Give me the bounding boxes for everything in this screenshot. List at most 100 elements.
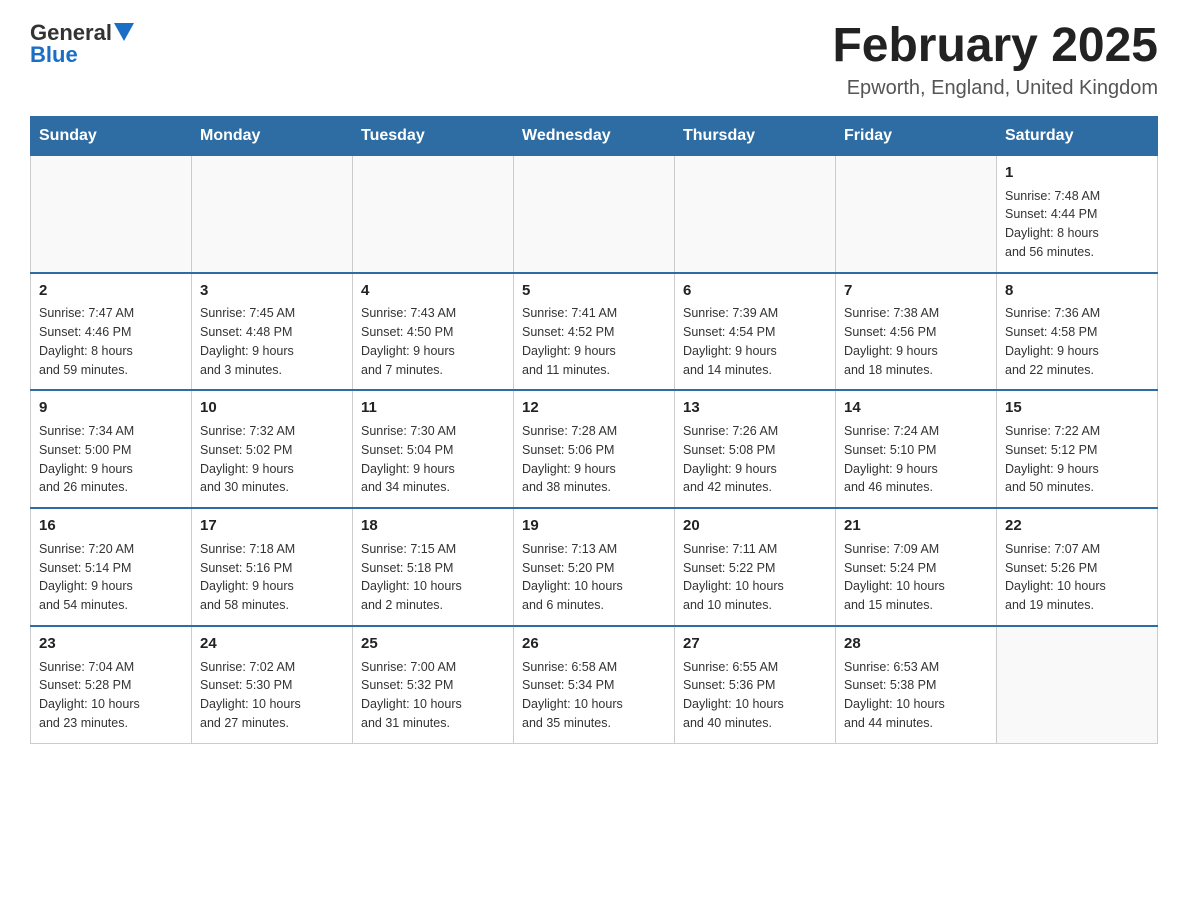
day-number: 11	[361, 397, 505, 419]
calendar-day-cell: 20 Sunrise: 7:11 AMSunset: 5:22 PMDayligh…	[675, 508, 836, 626]
calendar-day-cell: 3Sunrise: 7:45 AMSunset: 4:48 PMDaylight…	[192, 273, 353, 391]
day-number: 9	[39, 397, 183, 419]
day-number: 3	[200, 280, 344, 302]
calendar-day-cell: 28 Sunrise: 6:53 AMSunset: 5:38 PMDayligh…	[836, 626, 997, 743]
calendar-day-cell: 15 Sunrise: 7:22 AMSunset: 5:12 PMDayligh…	[997, 390, 1158, 508]
day-number: 20	[683, 515, 827, 537]
calendar-day-cell	[675, 155, 836, 272]
day-info: Sunrise: 6:55 AMSunset: 5:36 PMDaylight:…	[683, 658, 827, 733]
day-info: Sunrise: 7:41 AMSunset: 4:52 PMDaylight:…	[522, 304, 666, 379]
title-area: February 2025 Epworth, England, United K…	[832, 20, 1158, 100]
day-info: Sunrise: 7:07 AMSunset: 5:26 PMDaylight:…	[1005, 540, 1149, 615]
day-number: 12	[522, 397, 666, 419]
day-number: 27	[683, 633, 827, 655]
calendar-day-cell	[192, 155, 353, 272]
calendar-day-cell: 9 Sunrise: 7:34 AMSunset: 5:00 PMDaylight…	[31, 390, 192, 508]
calendar-day-cell: 1 Sunrise: 7:48 AMSunset: 4:44 PMDaylight…	[997, 155, 1158, 272]
day-number: 14	[844, 397, 988, 419]
day-number: 4	[361, 280, 505, 302]
calendar-day-cell: 26Sunrise: 6:58 AMSunset: 5:34 PMDayligh…	[514, 626, 675, 743]
day-of-week-header: Tuesday	[353, 116, 514, 155]
day-number: 8	[1005, 280, 1149, 302]
calendar-week-row: 9 Sunrise: 7:34 AMSunset: 5:00 PMDaylight…	[31, 390, 1158, 508]
calendar-day-cell	[514, 155, 675, 272]
day-info: Sunrise: 7:32 AMSunset: 5:02 PMDaylight:…	[200, 422, 344, 497]
day-number: 6	[683, 280, 827, 302]
day-number: 19	[522, 515, 666, 537]
day-number: 2	[39, 280, 183, 302]
logo-blue: Blue	[30, 42, 78, 68]
day-info: Sunrise: 7:15 AMSunset: 5:18 PMDaylight:…	[361, 540, 505, 615]
day-of-week-header: Sunday	[31, 116, 192, 155]
day-info: Sunrise: 7:28 AMSunset: 5:06 PMDaylight:…	[522, 422, 666, 497]
day-of-week-header: Thursday	[675, 116, 836, 155]
calendar-day-cell	[353, 155, 514, 272]
day-info: Sunrise: 7:13 AMSunset: 5:20 PMDaylight:…	[522, 540, 666, 615]
day-number: 24	[200, 633, 344, 655]
day-number: 22	[1005, 515, 1149, 537]
day-number: 28	[844, 633, 988, 655]
calendar-day-cell: 18 Sunrise: 7:15 AMSunset: 5:18 PMDayligh…	[353, 508, 514, 626]
calendar-day-cell: 6Sunrise: 7:39 AMSunset: 4:54 PMDaylight…	[675, 273, 836, 391]
day-info: Sunrise: 7:48 AMSunset: 4:44 PMDaylight:…	[1005, 187, 1149, 262]
day-info: Sunrise: 7:36 AMSunset: 4:58 PMDaylight:…	[1005, 304, 1149, 379]
calendar-day-cell: 7Sunrise: 7:38 AMSunset: 4:56 PMDaylight…	[836, 273, 997, 391]
day-info: Sunrise: 7:22 AMSunset: 5:12 PMDaylight:…	[1005, 422, 1149, 497]
day-number: 10	[200, 397, 344, 419]
day-number: 13	[683, 397, 827, 419]
day-info: Sunrise: 6:53 AMSunset: 5:38 PMDaylight:…	[844, 658, 988, 733]
day-number: 21	[844, 515, 988, 537]
day-info: Sunrise: 7:24 AMSunset: 5:10 PMDaylight:…	[844, 422, 988, 497]
day-info: Sunrise: 7:18 AMSunset: 5:16 PMDaylight:…	[200, 540, 344, 615]
day-info: Sunrise: 7:04 AMSunset: 5:28 PMDaylight:…	[39, 658, 183, 733]
calendar-day-cell: 21Sunrise: 7:09 AMSunset: 5:24 PMDayligh…	[836, 508, 997, 626]
calendar-day-cell: 12 Sunrise: 7:28 AMSunset: 5:06 PMDayligh…	[514, 390, 675, 508]
day-info: Sunrise: 7:00 AMSunset: 5:32 PMDaylight:…	[361, 658, 505, 733]
calendar-day-cell: 14 Sunrise: 7:24 AMSunset: 5:10 PMDayligh…	[836, 390, 997, 508]
day-info: Sunrise: 6:58 AMSunset: 5:34 PMDaylight:…	[522, 658, 666, 733]
day-number: 1	[1005, 162, 1149, 184]
calendar-day-cell: 25 Sunrise: 7:00 AMSunset: 5:32 PMDayligh…	[353, 626, 514, 743]
logo: General Blue	[30, 20, 134, 68]
day-info: Sunrise: 7:20 AMSunset: 5:14 PMDaylight:…	[39, 540, 183, 615]
day-number: 23	[39, 633, 183, 655]
day-of-week-header: Saturday	[997, 116, 1158, 155]
day-info: Sunrise: 7:47 AMSunset: 4:46 PMDaylight:…	[39, 304, 183, 379]
day-info: Sunrise: 7:45 AMSunset: 4:48 PMDaylight:…	[200, 304, 344, 379]
day-info: Sunrise: 7:39 AMSunset: 4:54 PMDaylight:…	[683, 304, 827, 379]
page-header: General Blue February 2025 Epworth, Engl…	[30, 20, 1158, 100]
calendar-day-cell: 22 Sunrise: 7:07 AMSunset: 5:26 PMDayligh…	[997, 508, 1158, 626]
calendar-day-cell: 10 Sunrise: 7:32 AMSunset: 5:02 PMDayligh…	[192, 390, 353, 508]
calendar-table: SundayMondayTuesdayWednesdayThursdayFrid…	[30, 116, 1158, 744]
calendar-day-cell: 11Sunrise: 7:30 AMSunset: 5:04 PMDayligh…	[353, 390, 514, 508]
day-of-week-header: Monday	[192, 116, 353, 155]
calendar-day-cell: 16 Sunrise: 7:20 AMSunset: 5:14 PMDayligh…	[31, 508, 192, 626]
day-info: Sunrise: 7:26 AMSunset: 5:08 PMDaylight:…	[683, 422, 827, 497]
location: Epworth, England, United Kingdom	[832, 77, 1158, 100]
day-number: 17	[200, 515, 344, 537]
day-number: 18	[361, 515, 505, 537]
day-info: Sunrise: 7:02 AMSunset: 5:30 PMDaylight:…	[200, 658, 344, 733]
calendar-day-cell: 4Sunrise: 7:43 AMSunset: 4:50 PMDaylight…	[353, 273, 514, 391]
day-number: 16	[39, 515, 183, 537]
calendar-week-row: 16 Sunrise: 7:20 AMSunset: 5:14 PMDayligh…	[31, 508, 1158, 626]
day-number: 15	[1005, 397, 1149, 419]
calendar-week-row: 2Sunrise: 7:47 AMSunset: 4:46 PMDaylight…	[31, 273, 1158, 391]
day-number: 25	[361, 633, 505, 655]
calendar-day-cell: 19 Sunrise: 7:13 AMSunset: 5:20 PMDayligh…	[514, 508, 675, 626]
calendar-day-cell: 24 Sunrise: 7:02 AMSunset: 5:30 PMDayligh…	[192, 626, 353, 743]
day-number: 5	[522, 280, 666, 302]
calendar-header-row: SundayMondayTuesdayWednesdayThursdayFrid…	[31, 116, 1158, 155]
calendar-day-cell	[31, 155, 192, 272]
calendar-day-cell: 2Sunrise: 7:47 AMSunset: 4:46 PMDaylight…	[31, 273, 192, 391]
day-of-week-header: Friday	[836, 116, 997, 155]
day-info: Sunrise: 7:38 AMSunset: 4:56 PMDaylight:…	[844, 304, 988, 379]
logo-arrow-icon	[114, 23, 134, 41]
calendar-day-cell: 23 Sunrise: 7:04 AMSunset: 5:28 PMDayligh…	[31, 626, 192, 743]
day-info: Sunrise: 7:34 AMSunset: 5:00 PMDaylight:…	[39, 422, 183, 497]
calendar-week-row: 1 Sunrise: 7:48 AMSunset: 4:44 PMDaylight…	[31, 155, 1158, 272]
day-of-week-header: Wednesday	[514, 116, 675, 155]
day-info: Sunrise: 7:11 AMSunset: 5:22 PMDaylight:…	[683, 540, 827, 615]
calendar-day-cell: 8Sunrise: 7:36 AMSunset: 4:58 PMDaylight…	[997, 273, 1158, 391]
day-number: 7	[844, 280, 988, 302]
